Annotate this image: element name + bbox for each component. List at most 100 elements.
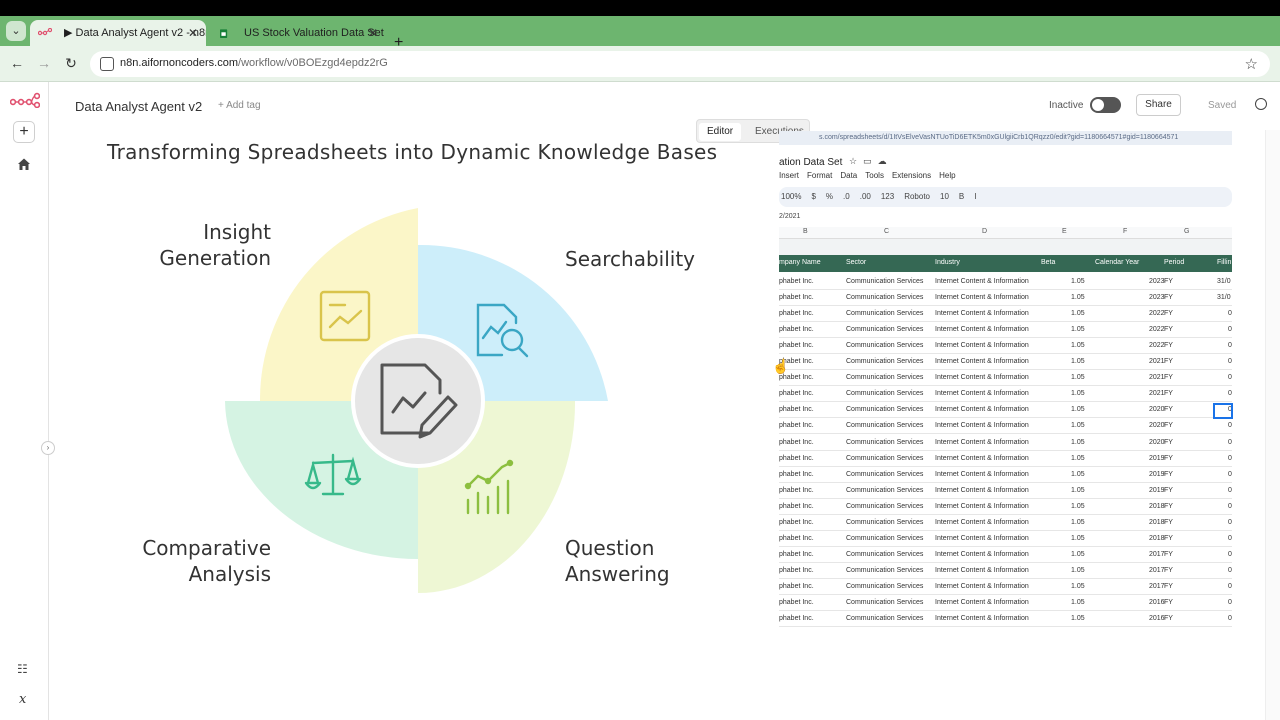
table-cell[interactable]: 1.05	[1071, 583, 1085, 590]
table-cell[interactable]: Internet Content & Information	[935, 310, 1029, 317]
sheet-menu-item[interactable]: Data	[840, 171, 857, 180]
table-cell[interactable]: phabet Inc.	[779, 310, 814, 317]
browser-tab-sheets[interactable]: US Stock Valuation Data Set - G ✕	[210, 20, 386, 46]
table-row[interactable]: phabet Inc. Communication Services Interne…	[779, 370, 1232, 387]
column-header[interactable]: Fillin	[1217, 259, 1231, 266]
table-cell[interactable]: Communication Services	[846, 406, 923, 413]
table-cell[interactable]: Communication Services	[846, 567, 923, 574]
sidebar-expand-icon[interactable]: ›	[41, 441, 55, 455]
table-cell[interactable]: phabet Inc.	[779, 406, 814, 413]
table-cell[interactable]: 0	[1228, 422, 1232, 429]
table-cell[interactable]: Communication Services	[846, 503, 923, 510]
column-letter[interactable]: F	[1123, 228, 1127, 235]
table-cell[interactable]: Internet Content & Information	[935, 326, 1029, 333]
table-cell[interactable]: Internet Content & Information	[935, 422, 1029, 429]
tab-search-button[interactable]: ⌄	[6, 21, 26, 41]
table-cell[interactable]: 1.05	[1071, 278, 1085, 285]
table-cell[interactable]: FY	[1164, 326, 1173, 333]
column-letter[interactable]: B	[803, 228, 808, 235]
table-cell[interactable]: phabet Inc.	[779, 278, 814, 285]
table-cell[interactable]: 1.05	[1071, 342, 1085, 349]
table-cell[interactable]: FY	[1164, 439, 1173, 446]
right-scrollbar[interactable]	[1265, 130, 1280, 720]
table-row[interactable]: phabet Inc. Communication Services Interne…	[779, 322, 1232, 339]
share-button[interactable]: Share	[1136, 94, 1181, 116]
table-cell[interactable]: 0	[1228, 615, 1232, 622]
sheet-title[interactable]: ation Data Set	[779, 157, 842, 168]
table-cell[interactable]: 2019	[1149, 487, 1165, 494]
table-cell[interactable]: 0	[1228, 503, 1232, 510]
table-cell[interactable]: 2022	[1149, 326, 1165, 333]
sheet-toolbar-item[interactable]: Roboto	[904, 192, 930, 201]
table-cell[interactable]: 2021	[1149, 358, 1165, 365]
table-row[interactable]: phabet Inc. Communication Services Interne…	[779, 515, 1232, 531]
table-cell[interactable]: Internet Content & Information	[935, 390, 1029, 397]
table-row[interactable]: phabet Inc. Communication Services Interne…	[779, 290, 1232, 307]
table-cell[interactable]: 0	[1228, 455, 1232, 462]
table-cell[interactable]: 31/0	[1217, 278, 1231, 285]
table-cell[interactable]: Communication Services	[846, 439, 923, 446]
table-cell[interactable]: 2021	[1149, 390, 1165, 397]
table-cell[interactable]: FY	[1164, 471, 1173, 478]
table-cell[interactable]: 0	[1228, 487, 1232, 494]
table-cell[interactable]: Internet Content & Information	[935, 503, 1029, 510]
sheet-toolbar-item[interactable]: B	[959, 192, 964, 201]
sheet-menu-item[interactable]: Extensions	[892, 171, 931, 180]
table-cell[interactable]: 0	[1228, 358, 1232, 365]
variables-icon[interactable]: x	[19, 692, 26, 707]
table-cell[interactable]: 0	[1228, 567, 1232, 574]
sheet-menu-item[interactable]: Help	[939, 171, 955, 180]
table-cell[interactable]: 2017	[1149, 583, 1165, 590]
table-cell[interactable]: 2021	[1149, 374, 1165, 381]
table-cell[interactable]: Internet Content & Information	[935, 519, 1029, 526]
table-cell[interactable]: 2018	[1149, 503, 1165, 510]
table-cell[interactable]: 2020	[1149, 406, 1165, 413]
n8n-logo-icon[interactable]	[10, 92, 40, 108]
table-cell[interactable]: 1.05	[1071, 310, 1085, 317]
table-cell[interactable]: 2023	[1149, 278, 1165, 285]
table-cell[interactable]: Internet Content & Information	[935, 294, 1029, 301]
table-cell[interactable]: 0	[1228, 519, 1232, 526]
table-cell[interactable]: phabet Inc.	[779, 615, 814, 622]
table-cell[interactable]: 2022	[1149, 342, 1165, 349]
table-cell[interactable]: Communication Services	[846, 358, 923, 365]
table-cell[interactable]: 1.05	[1071, 551, 1085, 558]
table-cell[interactable]: phabet Inc.	[779, 422, 814, 429]
table-cell[interactable]: phabet Inc.	[779, 342, 814, 349]
reload-icon[interactable]: ↻	[62, 55, 80, 72]
table-cell[interactable]: 2018	[1149, 535, 1165, 542]
table-cell[interactable]: 1.05	[1071, 326, 1085, 333]
table-cell[interactable]: Internet Content & Information	[935, 455, 1029, 462]
table-cell[interactable]: Internet Content & Information	[935, 583, 1029, 590]
table-cell[interactable]: Internet Content & Information	[935, 439, 1029, 446]
table-cell[interactable]: phabet Inc.	[779, 471, 814, 478]
tab-close-icon[interactable]: ✕	[188, 20, 198, 46]
table-cell[interactable]: Communication Services	[846, 455, 923, 462]
table-row[interactable]: phabet Inc. Communication Services Interne…	[779, 274, 1232, 290]
table-cell[interactable]: FY	[1164, 422, 1173, 429]
table-cell[interactable]: 31/0	[1217, 294, 1231, 301]
table-row[interactable]: phabet Inc. Communication Services Interne…	[779, 467, 1232, 483]
table-cell[interactable]: 2022	[1149, 310, 1165, 317]
table-cell[interactable]: FY	[1164, 519, 1173, 526]
table-cell[interactable]: 2020	[1149, 439, 1165, 446]
table-cell[interactable]: FY	[1164, 503, 1173, 510]
sheet-toolbar-item[interactable]: 123	[881, 192, 894, 201]
table-cell[interactable]: Communication Services	[846, 471, 923, 478]
bookmark-star-icon[interactable]: ☆	[1245, 55, 1258, 73]
table-cell[interactable]: Communication Services	[846, 615, 923, 622]
table-row[interactable]: phabet Inc. Communication Services Interne…	[779, 306, 1232, 323]
table-cell[interactable]: Communication Services	[846, 294, 923, 301]
table-cell[interactable]: 2017	[1149, 551, 1165, 558]
table-cell[interactable]: FY	[1164, 615, 1173, 622]
table-cell[interactable]: Internet Content & Information	[935, 551, 1029, 558]
table-cell[interactable]: Communication Services	[846, 519, 923, 526]
table-row[interactable]: phabet Inc. Communication Services Interne…	[779, 402, 1232, 419]
table-cell[interactable]: 1.05	[1071, 471, 1085, 478]
table-cell[interactable]: phabet Inc.	[779, 583, 814, 590]
table-cell[interactable]: 1.05	[1071, 487, 1085, 494]
table-row[interactable]: phabet Inc. Communication Services Interne…	[779, 611, 1232, 628]
table-row[interactable]: phabet Inc. Communication Services Interne…	[779, 579, 1232, 595]
table-cell[interactable]: FY	[1164, 358, 1173, 365]
table-cell[interactable]: phabet Inc.	[779, 455, 814, 462]
